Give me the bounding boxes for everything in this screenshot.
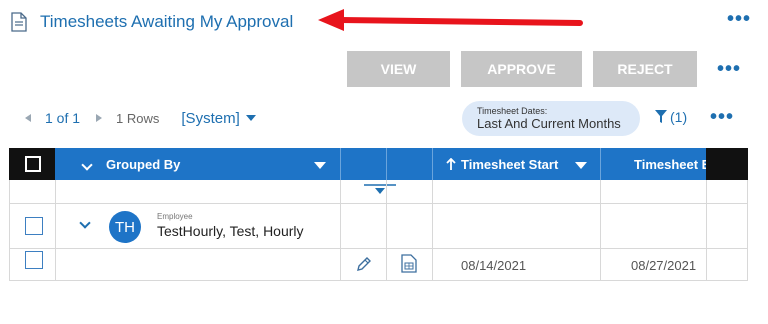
avatar: TH <box>109 211 141 243</box>
grid-line <box>600 180 601 281</box>
grid-line <box>340 180 341 281</box>
filter-button[interactable]: (1) <box>655 109 687 125</box>
filter-row <box>9 180 748 204</box>
pencil-icon[interactable] <box>355 255 373 273</box>
pager: 1 of 1 1 Rows [System] <box>25 108 256 128</box>
select-all-checkbox[interactable] <box>25 156 41 172</box>
header-divider <box>432 148 433 180</box>
table-row[interactable]: 08/14/2021 08/27/2021 <box>9 249 748 281</box>
column-header-timesheet-start[interactable]: Timesheet Start <box>461 157 558 172</box>
header-divider <box>386 148 387 180</box>
date-filter-value: Last And Current Months <box>477 116 621 131</box>
employee-name: TestHourly, Test, Hourly <box>157 223 304 239</box>
timesheet-end-cell: 08/27/2021 <box>631 258 697 273</box>
document-icon <box>11 12 27 32</box>
grid-line <box>55 180 56 281</box>
sort-ascending-icon[interactable] <box>446 158 456 171</box>
page-indicator: 1 of 1 <box>45 110 81 126</box>
group-row-checkbox[interactable] <box>25 217 43 235</box>
employee-label: Employee <box>157 212 193 221</box>
grid-line <box>386 180 387 281</box>
approve-button[interactable]: APPROVE <box>461 51 582 87</box>
view-selector[interactable]: [System] <box>181 110 239 127</box>
annotation-arrow <box>318 9 583 31</box>
timesheet-start-menu-icon[interactable] <box>575 162 587 169</box>
column-header-timesheet-end[interactable]: Timesheet E <box>601 148 706 180</box>
view-button[interactable]: VIEW <box>347 51 450 87</box>
next-page-icon[interactable] <box>96 114 103 122</box>
grid-line <box>9 180 10 281</box>
previous-page-icon[interactable] <box>25 114 31 122</box>
filter-count: (1) <box>670 109 688 125</box>
title-row: Timesheets Awaiting My Approval <box>10 8 293 36</box>
column-filter-icon[interactable] <box>364 184 396 196</box>
filter-icon <box>655 110 667 123</box>
group-row[interactable]: TH Employee TestHourly, Test, Hourly <box>9 204 748 249</box>
header-divider <box>340 148 341 180</box>
row-count: 1 Rows <box>116 110 160 126</box>
row-checkbox[interactable] <box>25 251 43 269</box>
caret-down-icon[interactable] <box>245 115 256 121</box>
more-grid-options-icon[interactable]: ••• <box>710 107 734 127</box>
chevron-down-icon[interactable] <box>79 217 91 229</box>
grid-line <box>432 180 433 281</box>
column-header-timesheet-end-label: Timesheet E <box>634 157 706 172</box>
column-header-grouped-by[interactable]: Grouped By <box>106 157 180 172</box>
grid-line <box>706 180 707 281</box>
timesheet-grid: Grouped By Timesheet Start Timesheet E T… <box>9 148 748 281</box>
header-scroll-cell <box>706 148 748 180</box>
timesheet-start-cell: 08/14/2021 <box>461 258 527 273</box>
date-filter-label: Timesheet Dates: <box>477 106 548 116</box>
reject-button[interactable]: REJECT <box>593 51 697 87</box>
date-filter-pill[interactable]: Timesheet Dates: Last And Current Months <box>462 101 640 136</box>
page-title[interactable]: Timesheets Awaiting My Approval <box>40 12 293 32</box>
grid-line <box>747 180 748 281</box>
more-actions-icon[interactable]: ••• <box>717 59 741 79</box>
more-options-icon[interactable]: ••• <box>727 9 751 29</box>
grouped-by-menu-icon[interactable] <box>314 162 326 169</box>
timesheet-document-icon[interactable] <box>401 254 417 273</box>
